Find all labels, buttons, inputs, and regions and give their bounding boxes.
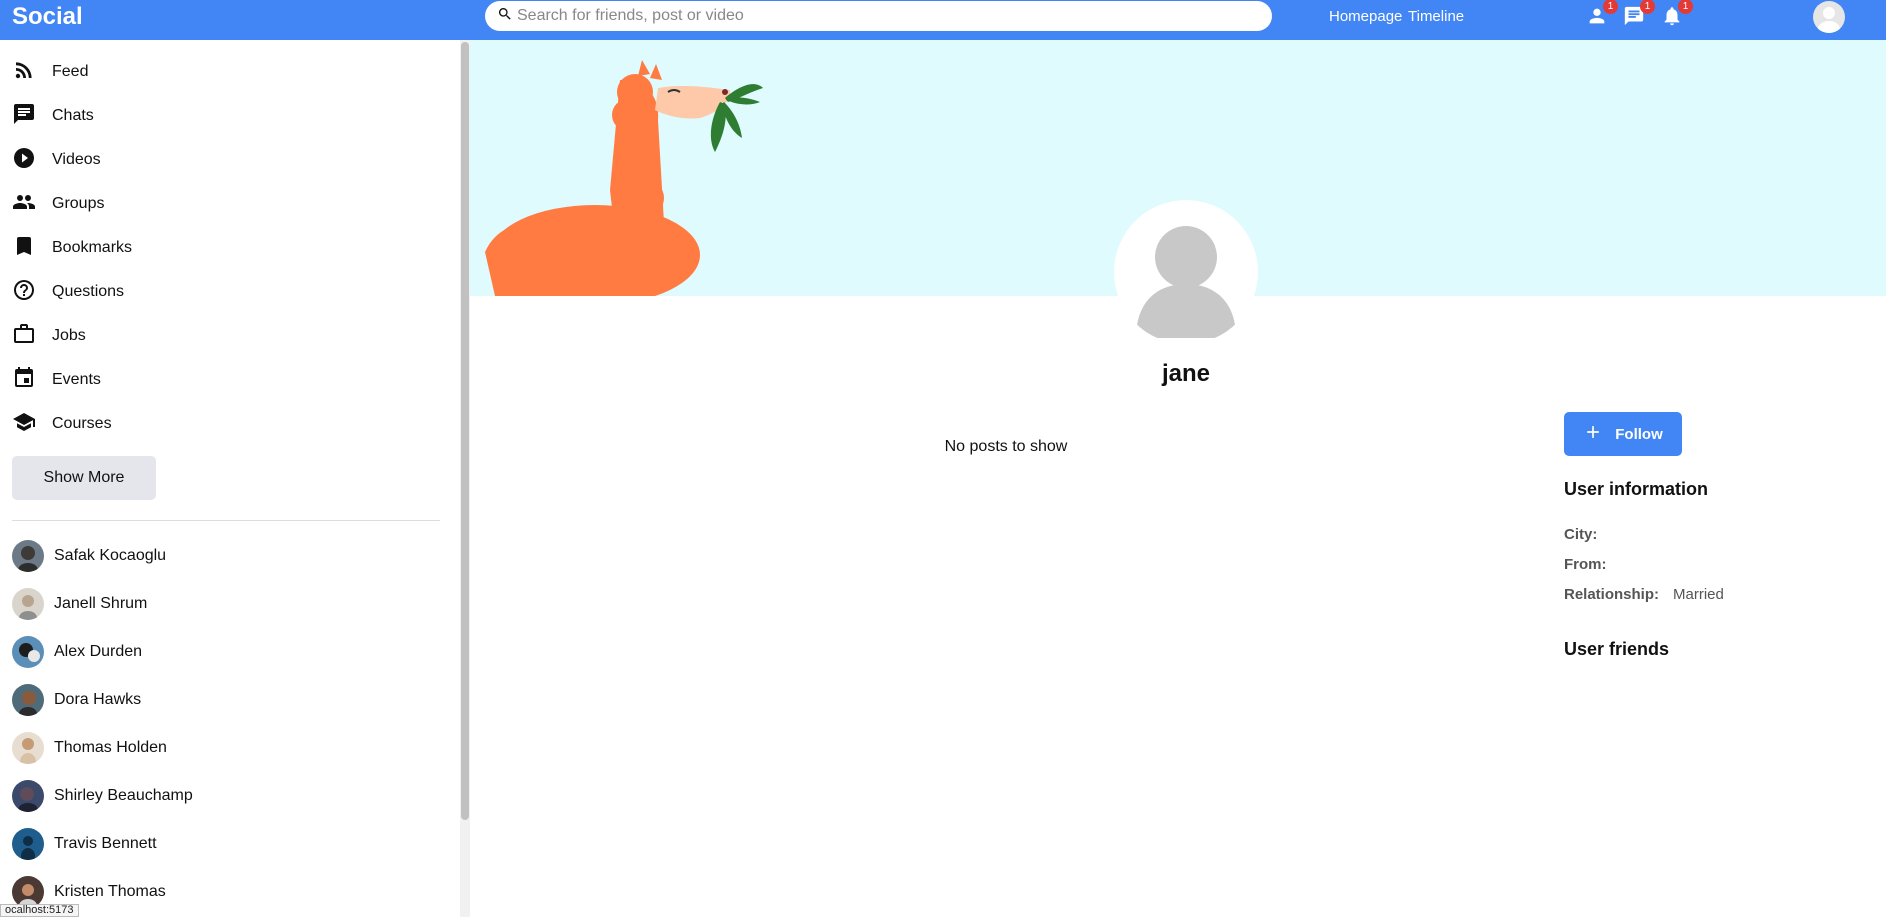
friend-list-item[interactable]: Travis Bennett bbox=[12, 827, 157, 861]
follow-button[interactable]: Follow bbox=[1564, 412, 1682, 456]
info-row-relationship: Relationship: Married bbox=[1564, 586, 1724, 603]
notifications-button[interactable]: 1 bbox=[1661, 0, 1693, 31]
person-icon bbox=[1586, 8, 1608, 31]
follow-label: Follow bbox=[1615, 425, 1663, 443]
sidebar: Feed Chats Videos Groups Bookmarks Quest… bbox=[0, 40, 470, 917]
info-key: From: bbox=[1564, 556, 1607, 573]
search-bar[interactable] bbox=[485, 1, 1272, 31]
sidebar-scrollbar[interactable] bbox=[460, 40, 470, 917]
status-url-tooltip: ocalhost:5173 bbox=[0, 904, 79, 917]
sidebar-item-courses[interactable]: Courses bbox=[12, 410, 112, 439]
sidebar-divider bbox=[12, 520, 440, 521]
avatar bbox=[12, 732, 44, 764]
chat-icon bbox=[1623, 6, 1645, 31]
friend-list-item[interactable]: Janell Shrum bbox=[12, 587, 147, 621]
avatar bbox=[12, 540, 44, 572]
sidebar-item-label: Events bbox=[52, 371, 101, 388]
sidebar-item-groups[interactable]: Groups bbox=[12, 190, 104, 219]
avatar bbox=[12, 588, 44, 620]
group-icon bbox=[12, 190, 36, 219]
sidebar-item-bookmarks[interactable]: Bookmarks bbox=[12, 234, 132, 263]
show-more-button[interactable]: Show More bbox=[12, 456, 156, 500]
sidebar-item-label: Courses bbox=[52, 415, 112, 432]
info-key: Relationship: bbox=[1564, 586, 1660, 603]
friend-name: Safak Kocaoglu bbox=[54, 547, 167, 564]
friend-name: Alex Durden bbox=[54, 643, 143, 660]
user-friends-title: User friends bbox=[1564, 639, 1670, 659]
bell-icon bbox=[1661, 7, 1683, 31]
help-circle-icon bbox=[12, 278, 36, 307]
messages-badge: 1 bbox=[1640, 0, 1655, 14]
search-input[interactable] bbox=[517, 7, 1217, 25]
search-icon bbox=[497, 6, 513, 27]
sidebar-item-label: Videos bbox=[52, 151, 101, 168]
chat-icon bbox=[12, 102, 36, 131]
avatar bbox=[12, 780, 44, 812]
friend-name: Dora Hawks bbox=[54, 691, 142, 708]
briefcase-icon bbox=[12, 322, 36, 351]
sidebar-item-label: Feed bbox=[52, 63, 89, 80]
friend-name: Travis Bennett bbox=[54, 835, 157, 852]
sidebar-item-label: Questions bbox=[52, 283, 125, 300]
sidebar-item-label: Chats bbox=[52, 107, 94, 124]
user-information-title: User information bbox=[1564, 479, 1709, 499]
school-icon bbox=[12, 410, 36, 439]
friend-name: Thomas Holden bbox=[54, 739, 167, 756]
avatar bbox=[12, 636, 44, 668]
friend-list-item[interactable]: Thomas Holden bbox=[12, 731, 167, 765]
friend-name: Kristen Thomas bbox=[54, 883, 166, 900]
homepage-link[interactable]: Homepage bbox=[1329, 8, 1402, 25]
sidebar-item-label: Jobs bbox=[52, 327, 86, 344]
top-bar: Social Homepage Timeline 1 1 1 bbox=[0, 0, 1886, 40]
friend-list-item[interactable]: Shirley Beauchamp bbox=[12, 779, 193, 813]
no-posts-message: No posts to show bbox=[944, 438, 1068, 455]
app-logo[interactable]: Social bbox=[12, 3, 83, 31]
sidebar-item-chats[interactable]: Chats bbox=[12, 102, 94, 131]
plus-icon bbox=[1583, 422, 1615, 446]
sidebar-item-jobs[interactable]: Jobs bbox=[12, 322, 86, 351]
info-value: Married bbox=[1673, 586, 1724, 603]
sidebar-item-feed[interactable]: Feed bbox=[12, 58, 88, 87]
info-row-from: From: bbox=[1564, 556, 1621, 573]
friend-name: Shirley Beauchamp bbox=[54, 787, 193, 804]
friend-requests-badge: 1 bbox=[1603, 0, 1618, 14]
scrollbar-thumb[interactable] bbox=[461, 42, 469, 820]
bookmark-icon bbox=[12, 234, 36, 263]
notifications-badge: 1 bbox=[1678, 0, 1693, 14]
sidebar-item-label: Groups bbox=[52, 195, 105, 212]
friend-list-item[interactable]: Safak Kocaoglu bbox=[12, 539, 166, 573]
friend-list-item[interactable]: Dora Hawks bbox=[12, 683, 141, 717]
profile-name: jane bbox=[1161, 360, 1211, 387]
sidebar-item-events[interactable]: Events bbox=[12, 366, 101, 395]
friend-requests-button[interactable]: 1 bbox=[1586, 0, 1618, 31]
sidebar-item-questions[interactable]: Questions bbox=[12, 278, 124, 307]
info-key: City: bbox=[1564, 526, 1598, 543]
info-row-city: City: bbox=[1564, 526, 1611, 543]
friend-name: Janell Shrum bbox=[54, 595, 148, 612]
messages-button[interactable]: 1 bbox=[1623, 0, 1655, 31]
sidebar-item-videos[interactable]: Videos bbox=[12, 146, 101, 175]
timeline-link[interactable]: Timeline bbox=[1408, 8, 1464, 25]
sidebar-item-label: Bookmarks bbox=[52, 239, 133, 256]
friend-list-item[interactable]: Alex Durden bbox=[12, 635, 142, 669]
user-avatar[interactable] bbox=[1813, 1, 1845, 33]
rss-feed-icon bbox=[12, 58, 36, 87]
profile-avatar[interactable] bbox=[1114, 200, 1258, 344]
avatar bbox=[12, 828, 44, 860]
avatar bbox=[12, 684, 44, 716]
play-circle-icon bbox=[12, 146, 36, 175]
calendar-icon bbox=[12, 366, 36, 395]
